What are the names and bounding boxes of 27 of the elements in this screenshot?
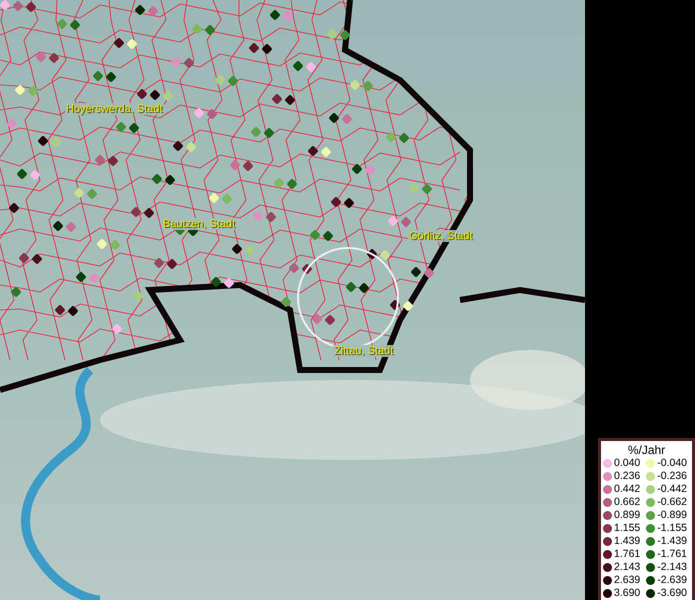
- legend-value: -1.761: [657, 548, 688, 560]
- legend-title: %/Jahr: [626, 443, 666, 457]
- legend-value: 0.442: [614, 483, 640, 495]
- legend-value: 0.662: [614, 496, 640, 508]
- legend-value: -0.442: [657, 483, 688, 495]
- legend-value: -2.639: [657, 574, 688, 586]
- legend-value: -0.236: [657, 470, 688, 482]
- place-label: Bautzen, Stadt: [162, 218, 236, 230]
- legend-value: -0.040: [657, 457, 688, 469]
- legend-value: 0.040: [614, 457, 640, 469]
- legend-value: -1.439: [657, 535, 688, 547]
- legend-value: -0.899: [657, 509, 688, 521]
- legend-value: -3.690: [657, 587, 688, 599]
- legend-value: 0.899: [614, 509, 640, 521]
- legend-value: 1.155: [614, 522, 640, 534]
- legend-value: -2.143: [657, 561, 688, 573]
- place-label: Zittau, Stadt: [333, 345, 394, 357]
- legend-value: 1.439: [614, 535, 640, 547]
- legend-value: 1.761: [614, 548, 640, 560]
- legend-value: -0.662: [657, 496, 688, 508]
- place-label: Hoyerswerda, Stadt: [65, 103, 164, 115]
- place-label: Görlitz, Stadt: [408, 230, 474, 242]
- legend-value: 2.143: [614, 561, 640, 573]
- legend-value: 2.639: [614, 574, 640, 586]
- legend-value: 0.236: [614, 470, 640, 482]
- legend-value: 3.690: [614, 587, 640, 599]
- legend-value: -1.155: [657, 522, 688, 534]
